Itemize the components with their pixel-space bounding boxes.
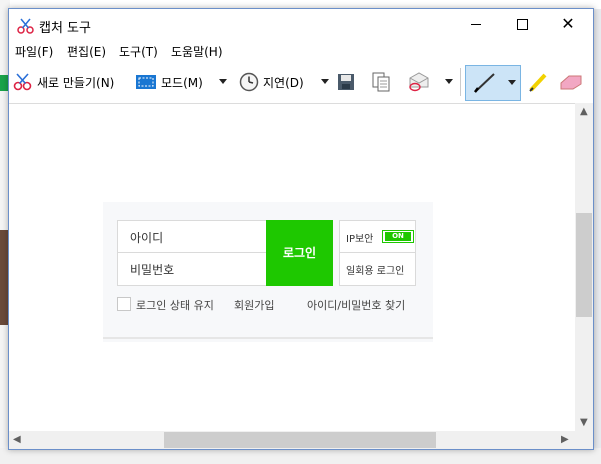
save-icon: [337, 73, 355, 91]
mode-dropdown-arrow-icon[interactable]: [219, 79, 227, 84]
keep-login-label: 로그인 상태 유지: [136, 299, 214, 312]
captured-login-panel: 아이디 비밀번호 로그인 IP보안 ON 일회용 로그인 로그인 상태 유지 회…: [103, 202, 433, 342]
rectangle-snip-icon: [135, 74, 157, 90]
delay-label: 지연(D): [263, 75, 304, 90]
background-green-tab: [0, 75, 8, 91]
one-time-login-label: 일회용 로그인: [346, 266, 405, 277]
login-field-group: 아이디 비밀번호: [117, 220, 269, 286]
id-placeholder: 아이디: [130, 231, 164, 245]
mode-button[interactable]: 모드(M): [135, 62, 203, 102]
keep-login-checkbox: [117, 297, 131, 311]
login-button: 로그인: [266, 220, 333, 286]
login-extra-row: 로그인 상태 유지 회원가입 아이디/비밀번호 찾기: [117, 295, 417, 315]
one-time-login-row: 일회용 로그인: [340, 253, 415, 284]
toolbar-separator: [460, 68, 461, 96]
vertical-scroll-thumb[interactable]: [576, 213, 592, 317]
horizontal-scroll-thumb[interactable]: [164, 432, 436, 448]
ip-security-toggle: ON: [382, 230, 414, 243]
ip-security-label: IP보안: [346, 234, 374, 245]
scroll-down-icon[interactable]: ▼: [580, 417, 588, 429]
snipping-tool-window: 캡처 도구 ✕ 파일(F) 편집(E) 도구(T) 도움말(H) 새로 만들기(…: [8, 8, 594, 450]
highlighter-icon: [527, 71, 549, 93]
toolbar: 새로 만들기(N) 모드(M) 지연(D): [9, 62, 593, 102]
scroll-left-icon[interactable]: ◀: [13, 434, 21, 446]
background-image-slice: [0, 230, 8, 325]
scissors-icon: [17, 18, 35, 34]
eraser-icon: [559, 73, 583, 91]
send-dropdown-arrow-icon[interactable]: [445, 79, 453, 84]
maximize-icon: [517, 19, 528, 30]
scrollbar-corner: [575, 431, 593, 449]
pen-button[interactable]: [465, 65, 521, 101]
background-bottom-strip: [0, 448, 601, 464]
new-snip-button[interactable]: 새로 만들기(N): [13, 62, 114, 102]
vertical-scrollbar[interactable]: ▲ ▼: [575, 103, 593, 431]
password-field: 비밀번호: [118, 253, 268, 284]
toggle-on-label: ON: [385, 232, 411, 241]
scroll-right-icon[interactable]: ▶: [561, 434, 569, 446]
menu-help[interactable]: 도움말(H): [171, 43, 223, 60]
id-field: 아이디: [118, 221, 268, 253]
mode-label: 모드(M): [161, 75, 203, 90]
copy-button[interactable]: [372, 62, 390, 102]
pen-dropdown-arrow-icon[interactable]: [508, 80, 516, 85]
close-icon: ✕: [561, 14, 575, 33]
scroll-up-icon[interactable]: ▲: [580, 106, 588, 118]
copy-icon: [372, 72, 390, 92]
clock-icon: [239, 72, 259, 92]
menu-tools[interactable]: 도구(T): [119, 43, 158, 60]
new-snip-label: 새로 만들기(N): [37, 75, 115, 90]
send-snip-button[interactable]: [407, 62, 433, 102]
scissors-icon: [13, 73, 33, 91]
delay-dropdown-arrow-icon[interactable]: [321, 79, 329, 84]
delay-button[interactable]: 지연(D): [239, 62, 304, 102]
save-button[interactable]: [337, 62, 355, 102]
minimize-icon: [471, 24, 481, 25]
menu-bar: 파일(F) 편집(E) 도구(T) 도움말(H): [9, 39, 593, 61]
horizontal-scrollbar[interactable]: ◀ ▶: [9, 431, 575, 449]
title-bar: 캡처 도구 ✕: [9, 9, 593, 39]
login-options: IP보안 ON 일회용 로그인: [339, 220, 416, 286]
password-placeholder: 비밀번호: [130, 263, 175, 277]
menu-edit[interactable]: 편집(E): [67, 43, 106, 60]
eraser-button[interactable]: [559, 62, 583, 102]
capture-canvas: 아이디 비밀번호 로그인 IP보안 ON 일회용 로그인 로그인 상태 유지 회…: [9, 103, 575, 432]
join-link: 회원가입: [234, 299, 275, 312]
pen-icon: [472, 71, 498, 99]
find-account-link: 아이디/비밀번호 찾기: [307, 299, 406, 312]
minimize-button[interactable]: [453, 9, 499, 39]
window-title: 캡처 도구: [39, 21, 91, 36]
menu-file[interactable]: 파일(F): [15, 43, 53, 60]
close-button[interactable]: ✕: [545, 9, 591, 39]
envelope-icon: [407, 72, 433, 92]
highlighter-button[interactable]: [527, 62, 549, 102]
ip-security-row: IP보안 ON: [340, 221, 415, 253]
captured-divider: [103, 337, 433, 339]
maximize-button[interactable]: [499, 9, 545, 39]
